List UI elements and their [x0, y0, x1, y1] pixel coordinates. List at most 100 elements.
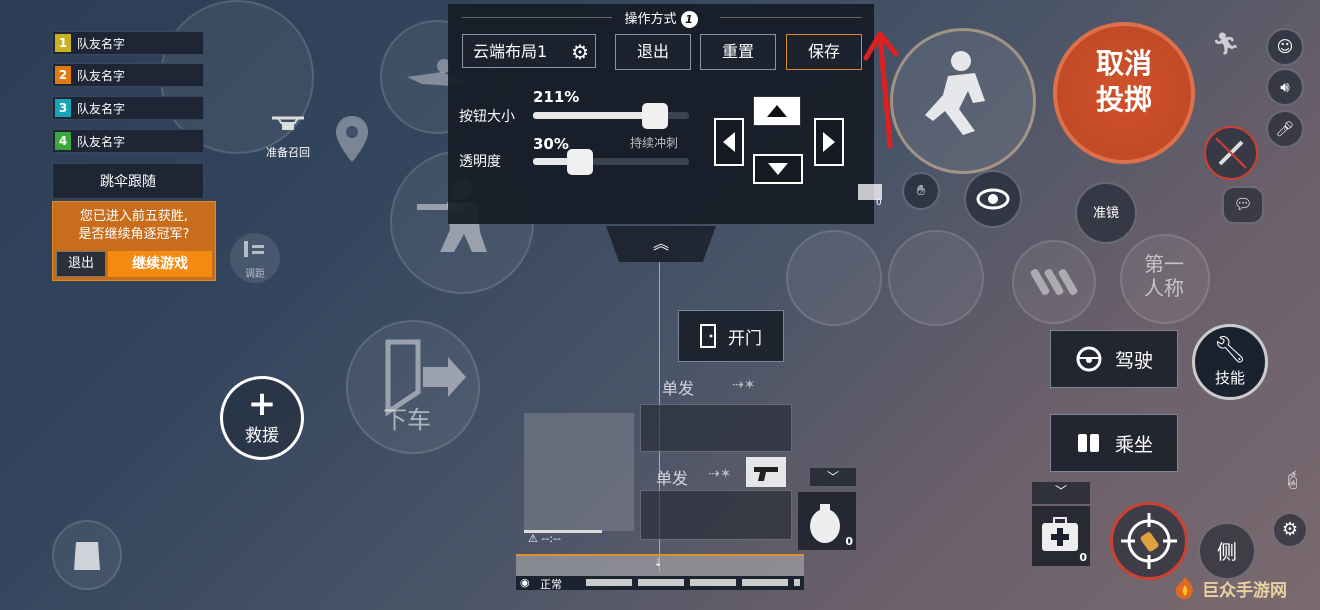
- grenade-expand-button[interactable]: ﹀: [810, 468, 856, 486]
- medkit-expand-button[interactable]: ﹀: [1032, 482, 1090, 504]
- speaker-icon[interactable]: 🔊︎: [1266, 68, 1304, 106]
- prompt-exit-button[interactable]: 退出: [56, 251, 106, 277]
- open-door-label: 开门: [728, 328, 762, 349]
- rescue-button[interactable]: + 救援: [220, 376, 304, 460]
- melee-button[interactable]: [1204, 126, 1258, 180]
- arrow-left-icon: [723, 132, 735, 152]
- free-look-button[interactable]: [964, 170, 1022, 228]
- teammate-name: 队友名字: [77, 134, 126, 149]
- opacity-slider[interactable]: [533, 158, 689, 165]
- teammate-name: 队友名字: [77, 68, 126, 83]
- microphone-icon[interactable]: 🎤︎: [1266, 110, 1304, 148]
- arrow-left-button[interactable]: [714, 118, 744, 166]
- reload-ghost-button[interactable]: [1012, 240, 1096, 324]
- continue-message-line2: 是否继续角逐冠军?: [78, 227, 190, 242]
- teammate-row-2: 2 队友名字: [52, 63, 204, 87]
- chevron-down-icon: ﹀: [1054, 484, 1067, 498]
- fire-extinguisher-icon[interactable]: 🧯︎: [1281, 470, 1304, 491]
- arrow-up-button[interactable]: [753, 96, 801, 126]
- open-door-button[interactable]: 开门: [678, 310, 784, 362]
- sprint-icon[interactable]: 🏃︎: [1212, 32, 1240, 57]
- arrow-right-button[interactable]: [814, 118, 844, 166]
- skill-button[interactable]: 🔧︎ 技能: [1192, 324, 1268, 400]
- jump-icon: [925, 51, 985, 135]
- chevron-up-icon: ︽: [652, 234, 669, 253]
- ammo-status-text: --:--: [541, 532, 561, 545]
- opacity-thumb[interactable]: [566, 149, 593, 175]
- weapon-slot-2[interactable]: [640, 490, 792, 540]
- layout-selector[interactable]: 云端布局1 ⚙: [462, 34, 596, 68]
- layout-settings-panel: 操作方式 1 云端布局1 ⚙ 退出 重置 保存 按钮大小 211% 透明度 30%…: [448, 4, 874, 224]
- cancel-throw-button[interactable]: 取消 投掷: [1053, 22, 1195, 164]
- cancel-throw-line1: 取消: [1095, 47, 1152, 80]
- fire-mode-1-label[interactable]: 单发: [662, 375, 694, 399]
- peek-icon[interactable]: ✋︎: [902, 172, 940, 210]
- arrow-right-icon: [823, 132, 835, 152]
- range-label: 调距: [245, 269, 265, 280]
- medkit-count: 0: [1079, 551, 1087, 564]
- lean-right-ghost: [888, 230, 984, 326]
- teammate-number: 1: [55, 34, 71, 52]
- save-button[interactable]: 保存: [786, 34, 862, 70]
- backpack-button[interactable]: [52, 520, 122, 590]
- range-adjust-button[interactable]: 调距: [230, 233, 280, 283]
- drive-button[interactable]: 驾驶: [1050, 330, 1178, 388]
- drone-icon: [272, 116, 304, 130]
- button-size-fill: [533, 112, 655, 119]
- burst-icon: ⇢✶: [732, 377, 756, 393]
- panel-title-badge: 1: [680, 11, 698, 28]
- panel-exit-button[interactable]: 退出: [615, 34, 691, 70]
- continue-game-button[interactable]: 继续游戏: [108, 251, 212, 277]
- chat-icon[interactable]: 💬︎: [1222, 186, 1264, 224]
- settings-icon[interactable]: ⚙: [1272, 512, 1308, 548]
- backpack-icon: [74, 542, 100, 570]
- skill-label: 技能: [1214, 369, 1245, 387]
- arrow-down-button[interactable]: [753, 154, 803, 184]
- emote-icon[interactable]: ☺: [1266, 28, 1304, 66]
- status-bar: ◉ 正常: [516, 576, 804, 591]
- medkit-slot[interactable]: 0: [1032, 506, 1090, 566]
- button-size-thumb[interactable]: [641, 103, 668, 129]
- scope-button[interactable]: 准镜: [1075, 182, 1137, 244]
- jump-button[interactable]: [890, 28, 1036, 174]
- button-size-label: 按钮大小: [459, 109, 515, 125]
- panel-title-text: 操作方式: [624, 12, 677, 27]
- chevron-down-icon: ﹀: [826, 470, 839, 484]
- status-label: 正常: [540, 578, 562, 591]
- pistol-icon: [746, 457, 786, 487]
- reset-button[interactable]: 重置: [700, 34, 776, 70]
- first-person-line2: 人称: [1144, 276, 1184, 300]
- burst-icon: ⇢✶: [708, 466, 732, 482]
- map-marker-icon[interactable]: [332, 112, 372, 172]
- panel-title: 操作方式 1: [448, 8, 874, 28]
- continue-prompt: 您已进入前五获胜, 是否继续角逐冠军? 退出 继续游戏: [52, 201, 216, 281]
- radio-icon: ◉: [520, 576, 530, 589]
- fire-button[interactable]: [1110, 502, 1188, 580]
- teammate-row-1: 1 队友名字: [52, 31, 204, 55]
- fire-mode-2-label[interactable]: 单发: [656, 465, 688, 489]
- teammate-name: 队友名字: [77, 36, 126, 51]
- gear-icon[interactable]: ⚙: [571, 35, 589, 69]
- watermark-text: 巨众手游网: [1202, 580, 1287, 601]
- grenade-slot[interactable]: 0: [798, 492, 856, 550]
- drone-recall-button[interactable]: 准备召回: [258, 110, 318, 160]
- boost-bar: [586, 579, 800, 586]
- exit-vehicle-button[interactable]: 下车: [346, 320, 480, 454]
- layout-name: 云端布局1: [473, 42, 548, 61]
- watermark-logo-icon: [1175, 577, 1193, 600]
- weapon-preview-box: [524, 413, 634, 531]
- health-bar: ⇣: [516, 554, 804, 576]
- exit-vehicle-label: 下车: [383, 406, 431, 434]
- button-size-value: 211%: [533, 88, 580, 106]
- collapse-panel-button[interactable]: ︽: [606, 226, 716, 262]
- grenade-box-icon[interactable]: 0: [852, 178, 888, 208]
- parachute-follow-button[interactable]: 跳伞跟随: [52, 163, 204, 199]
- arrow-down-icon: [768, 163, 788, 175]
- ammo-status: ⚠ --:--: [528, 532, 561, 545]
- weapon-slot-1[interactable]: [640, 404, 792, 452]
- opacity-label: 透明度: [459, 154, 501, 170]
- teammate-row-3: 3 队友名字: [52, 96, 204, 120]
- ride-button[interactable]: 乘坐: [1050, 414, 1178, 472]
- first-person-button[interactable]: 第一 人称: [1120, 234, 1210, 324]
- grenade-box-count: 0: [876, 198, 882, 208]
